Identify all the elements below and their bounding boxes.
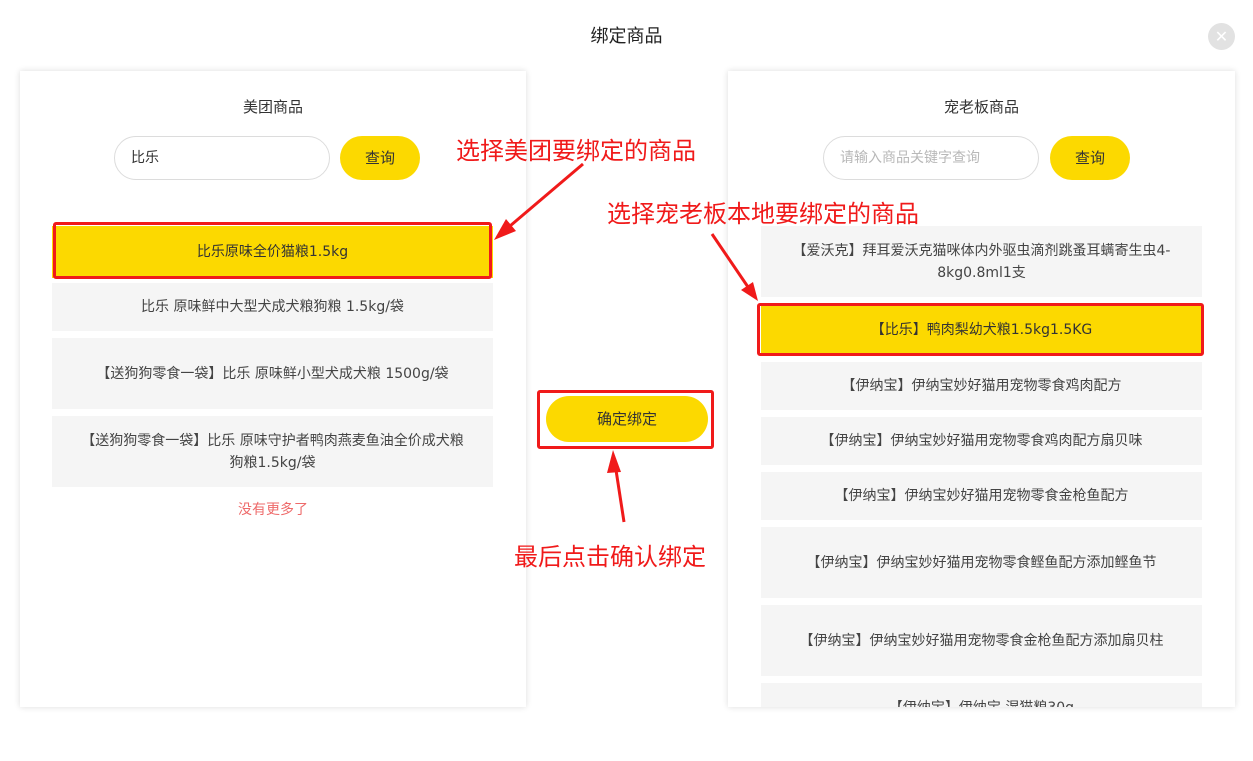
item-label: 【伊纳宝】伊纳宝妙好猫用宠物零食鸡肉配方扇贝味: [820, 433, 1143, 449]
annotation-select-local: 选择宠老板本地要绑定的商品: [607, 200, 919, 228]
close-icon[interactable]: ✕: [1208, 23, 1235, 50]
local-list-item[interactable]: 【伊纳宝】伊纳宝妙好猫用宠物零食鸡肉配方: [761, 362, 1202, 410]
local-list-item[interactable]: 【爱沃克】拜耳爱沃克猫咪体内外驱虫滴剂跳蚤耳螨寄生虫4-8kg0.8ml1支: [761, 226, 1202, 297]
item-label: 【伊纳宝】伊纳宝 湿猫粮30g: [889, 697, 1074, 707]
meituan-list-item[interactable]: 比乐 原味鲜中大型犬成犬粮狗粮 1.5kg/袋: [52, 283, 493, 331]
item-label: 比乐 原味鲜中大型犬成犬粮狗粮 1.5kg/袋: [141, 299, 404, 315]
local-list-item[interactable]: 【伊纳宝】伊纳宝妙好猫用宠物零食金枪鱼配方: [761, 472, 1202, 520]
no-more-text: 没有更多了: [238, 502, 308, 518]
item-label: 【比乐】鸭肉梨幼犬粮1.5kg1.5KG: [870, 322, 1093, 338]
item-label: 【伊纳宝】伊纳宝妙好猫用宠物零食金枪鱼配方添加扇贝柱: [799, 632, 1164, 649]
item-label: 【伊纳宝】伊纳宝妙好猫用宠物零食鸡肉配方: [841, 378, 1122, 394]
annotation-confirm-last: 最后点击确认绑定: [514, 543, 706, 571]
meituan-list-item[interactable]: 比乐原味全价猫粮1.5kg: [52, 226, 493, 278]
dialog-title: 绑定商品: [590, 26, 663, 47]
item-label: 【送狗狗零食一袋】比乐 原味守护者鸭肉燕麦鱼油全价成犬粮狗粮1.5kg/袋: [81, 432, 464, 471]
meituan-list-item[interactable]: 【送狗狗零食一袋】比乐 原味守护者鸭肉燕麦鱼油全价成犬粮狗粮1.5kg/袋: [52, 416, 493, 487]
local-list-item[interactable]: 【伊纳宝】伊纳宝妙好猫用宠物零食鸡肉配方扇贝味: [761, 417, 1202, 465]
confirm-bind-button[interactable]: 确定绑定: [546, 396, 708, 442]
meituan-list-item[interactable]: 【送狗狗零食一袋】比乐 原味鲜小型犬成犬粮 1500g/袋: [52, 338, 493, 409]
item-label: 比乐原味全价猫粮1.5kg: [196, 244, 349, 260]
local-list-item[interactable]: 【伊纳宝】伊纳宝妙好猫用宠物零食金枪鱼配方添加扇贝柱: [761, 605, 1202, 676]
meituan-search-input[interactable]: 比乐: [114, 136, 330, 180]
local-goods-panel: 宠老板商品 请输入商品关键字查询 查询 【爱沃克】拜耳爱沃克猫咪体内外驱虫滴剂跳…: [728, 71, 1235, 707]
local-list-item[interactable]: 【比乐】鸭肉梨幼犬粮1.5kg1.5KG: [761, 306, 1202, 354]
item-label: 【送狗狗零食一袋】比乐 原味鲜小型犬成犬粮 1500g/袋: [96, 365, 449, 382]
item-label: 【伊纳宝】伊纳宝妙好猫用宠物零食金枪鱼配方: [834, 488, 1129, 504]
arrow-to-confirm-button: [607, 450, 626, 523]
local-list-item[interactable]: 【伊纳宝】伊纳宝妙好猫用宠物零食鲣鱼配方添加鲣鱼节: [761, 527, 1202, 598]
local-search-input[interactable]: 请输入商品关键字查询: [823, 136, 1039, 180]
meituan-panel-title: 美团商品: [242, 98, 303, 116]
local-list-item[interactable]: 【伊纳宝】伊纳宝 湿猫粮30g: [761, 683, 1202, 707]
annotation-select-meituan: 选择美团要绑定的商品: [456, 137, 696, 165]
local-search-button[interactable]: 查询: [1050, 136, 1130, 180]
meituan-search-button[interactable]: 查询: [340, 136, 420, 180]
local-panel-title: 宠老板商品: [943, 98, 1019, 116]
item-label: 【爱沃克】拜耳爱沃克猫咪体内外驱虫滴剂跳蚤耳螨寄生虫4-8kg0.8ml1支: [792, 242, 1171, 281]
meituan-panel: 美团商品 比乐 查询 比乐原味全价猫粮1.5kg 比乐 原味鲜中大型犬成犬粮狗粮…: [20, 71, 526, 707]
item-label: 【伊纳宝】伊纳宝妙好猫用宠物零食鲣鱼配方添加鲣鱼节: [806, 554, 1157, 571]
